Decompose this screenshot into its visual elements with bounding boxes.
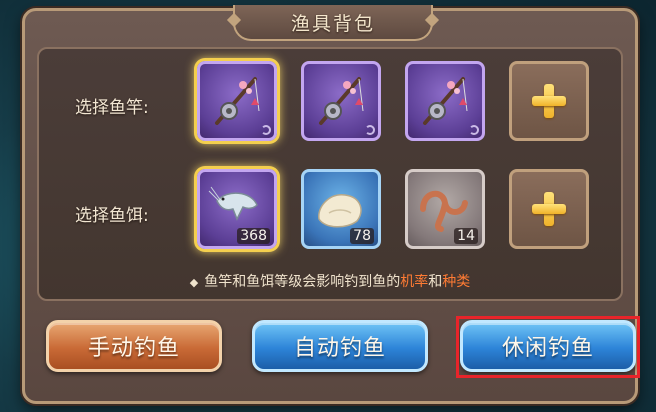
highlight-box [456,316,640,378]
plus-icon [532,84,566,118]
bait-slot-shrimp[interactable]: 368 [197,169,277,249]
add-rod-button[interactable] [509,61,589,141]
bait-count: 14 [454,228,478,244]
page-title: 渔具背包 [290,12,375,35]
auto-fishing-button[interactable]: 自动钓鱼 [252,320,428,372]
title-plaque: 渔具背包 [233,5,433,41]
bait-row-label: 选择鱼饵: [75,206,149,226]
add-bait-button[interactable] [509,169,589,249]
rod-corner-mark [365,125,375,135]
bait-count: 78 [350,228,374,244]
rod-slot-2[interactable] [301,61,381,141]
fishing-rod-icon [423,77,468,125]
bait-slot-dough[interactable]: 78 [301,169,381,249]
manual-fishing-button[interactable]: 手动钓鱼 [46,320,222,372]
fishing-rod-icon [319,77,364,125]
rod-slot-3[interactable] [405,61,485,141]
hint-text: ◆ 鱼竿和鱼饵等级会影响钓到鱼的机率和种类 [189,274,471,290]
rod-slot-1[interactable] [197,61,277,141]
rod-corner-mark [469,125,479,135]
rod-row-label: 选择鱼竿: [75,98,149,118]
bait-slot-worm[interactable]: 14 [405,169,485,249]
diamond-icon: ◆ [189,276,199,289]
fishing-rod-icon [215,77,260,125]
bait-count: 368 [237,228,270,244]
plus-icon [532,192,566,226]
rod-corner-mark [261,125,271,135]
